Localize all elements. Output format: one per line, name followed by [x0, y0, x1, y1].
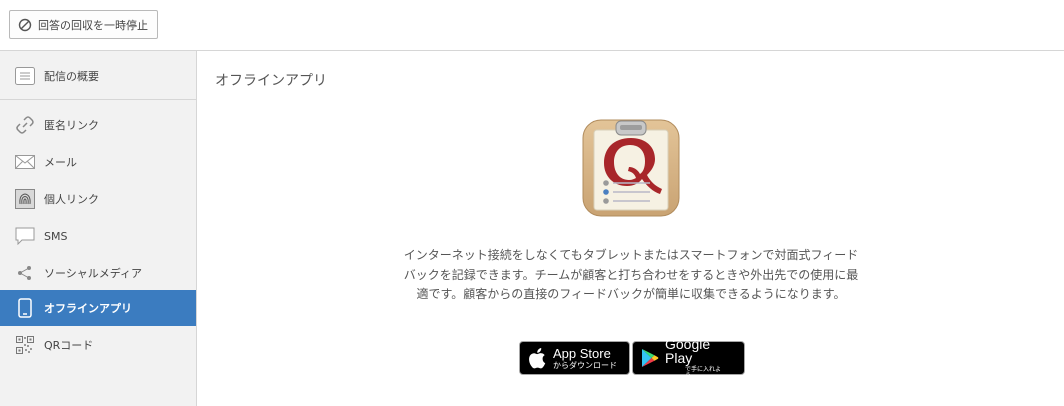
top-toolbar: 回答の回収を一時停止: [0, 0, 1064, 51]
envelope-icon: [14, 151, 36, 173]
qr-code-icon: [14, 334, 36, 356]
sidebar-item-label: ソーシャルメディア: [44, 267, 143, 280]
sidebar-item-sms[interactable]: SMS: [0, 218, 196, 254]
apple-icon: [528, 347, 546, 369]
tablet-icon: [14, 297, 36, 319]
sidebar-item-label: オフラインアプリ: [44, 302, 132, 315]
app-store-subtitle: からダウンロード: [553, 360, 617, 370]
sidebar-item-label: QRコード: [44, 339, 94, 352]
pause-responses-button[interactable]: 回答の回収を一時停止: [9, 10, 158, 39]
app-store-badge[interactable]: App Store からダウンロード: [519, 341, 630, 375]
google-play-title: Google Play: [665, 336, 711, 366]
sidebar-item-label: メール: [44, 156, 77, 169]
pause-button-label: 回答の回収を一時停止: [38, 18, 148, 32]
google-play-text: Google Play で手に入れよう: [645, 337, 724, 379]
app-store-title: App Store: [553, 345, 611, 361]
sidebar-item-social-media[interactable]: ソーシャルメディア: [0, 255, 196, 291]
fingerprint-icon: [14, 188, 36, 210]
sidebar-item-qr-code[interactable]: QRコード: [0, 327, 196, 363]
google-play-badge[interactable]: Google Play で手に入れよう: [632, 337, 745, 379]
sidebar-item-offline-app[interactable]: オフラインアプリ: [0, 290, 196, 326]
chat-bubble-icon: [14, 225, 36, 247]
offline-app-description: インターネット接続をしなくてもタブレットまたはスマートフォンで対面式フィードバッ…: [403, 248, 859, 301]
sidebar-item-anonymous-link[interactable]: 匿名リンク: [0, 107, 196, 143]
sidebar-item-overview[interactable]: 配信の概要: [0, 58, 196, 94]
clipboard-q-app-icon: [582, 119, 680, 217]
link-icon: [14, 114, 36, 136]
page-title: オフラインアプリ: [215, 73, 327, 89]
ban-icon: [18, 18, 32, 31]
google-play-subtitle: で手に入れよう: [685, 366, 722, 379]
sidebar: 配信の概要 匿名リンク メール 個人リンク SMS ソーシャルメディア オフライ…: [0, 51, 197, 406]
sidebar-divider: [0, 99, 196, 100]
sidebar-item-label: 匿名リンク: [44, 119, 99, 132]
main-content: オフラインアプリ インターネット接続をしなくてもタブレットまたはスマートフォンで…: [198, 51, 1064, 406]
list-icon: [14, 65, 36, 87]
share-icon: [14, 262, 36, 284]
sidebar-item-personal-link[interactable]: 個人リンク: [0, 181, 196, 217]
sidebar-item-email[interactable]: メール: [0, 144, 196, 180]
app-store-text: App Store からダウンロード: [553, 347, 617, 370]
sidebar-item-label: 配信の概要: [44, 70, 99, 83]
sidebar-item-label: SMS: [44, 229, 68, 243]
sidebar-item-label: 個人リンク: [44, 193, 99, 206]
